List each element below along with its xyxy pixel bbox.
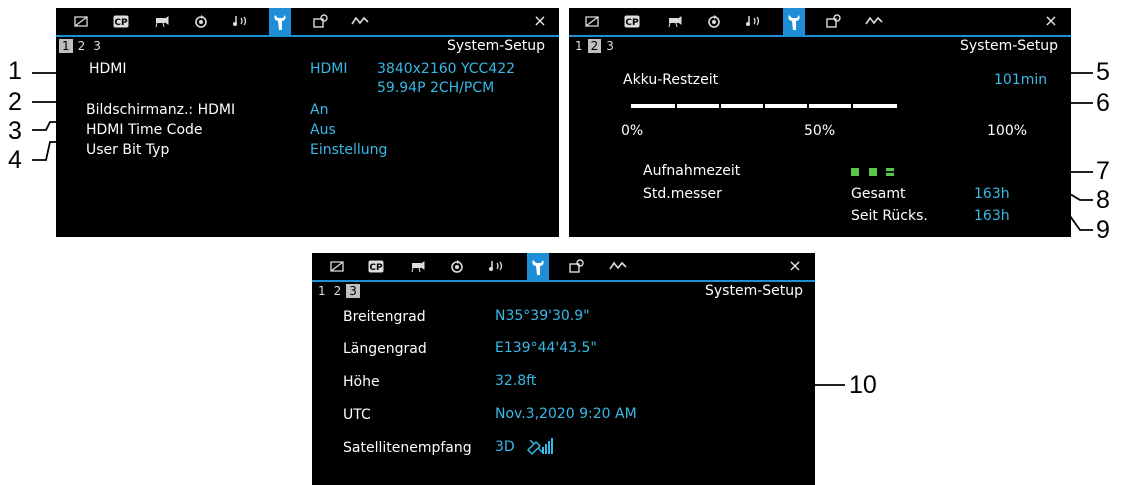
callout-4: 4 bbox=[8, 146, 22, 174]
callout-1: 1 bbox=[8, 57, 22, 85]
callout-10: 10 bbox=[849, 371, 877, 399]
callout-3: 3 bbox=[8, 117, 22, 145]
callout-lines bbox=[32, 59, 1093, 462]
callout-8: 8 bbox=[1096, 186, 1110, 214]
callout-6: 6 bbox=[1096, 89, 1110, 117]
callout-2: 2 bbox=[8, 88, 22, 116]
callout-9: 9 bbox=[1096, 216, 1110, 244]
callout-7: 7 bbox=[1096, 157, 1110, 185]
callout-5: 5 bbox=[1096, 58, 1110, 86]
